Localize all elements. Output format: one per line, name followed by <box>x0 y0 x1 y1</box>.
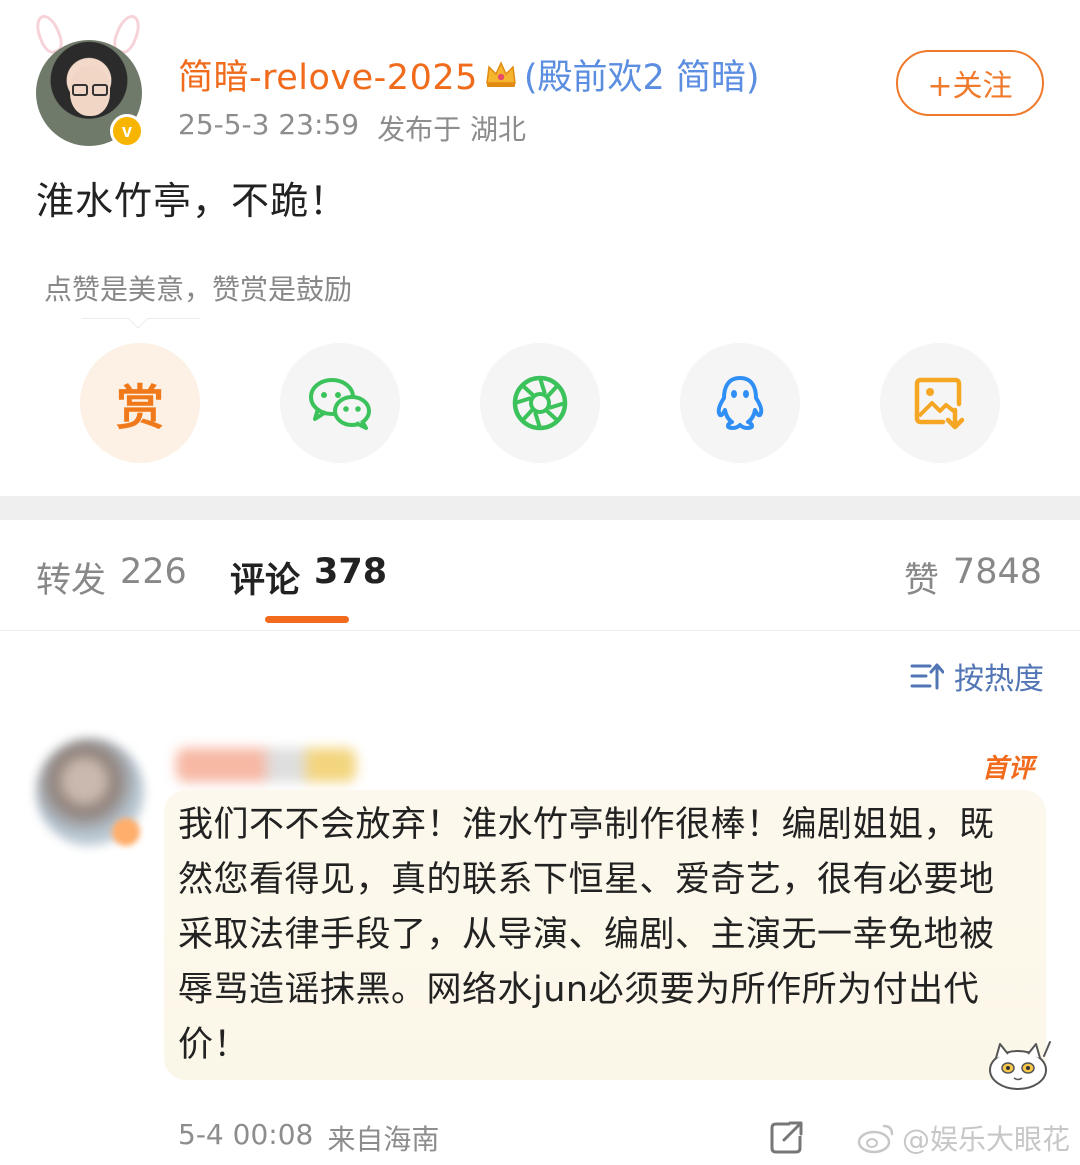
comment-actions <box>768 1120 804 1154</box>
section-divider <box>0 496 1080 520</box>
follow-button[interactable]: +关注 <box>896 50 1044 116</box>
sort-toggle[interactable]: 按热度 <box>910 654 1044 698</box>
share-moments-button[interactable] <box>480 343 600 463</box>
author-line: 简暗-relove-2025 (殿前欢2 简暗) <box>178 50 760 98</box>
qq-icon <box>716 376 764 430</box>
author-avatar[interactable]: v <box>30 11 150 149</box>
comment-text[interactable]: 我们不不会放弃！淮水竹亭制作很棒！编剧姐姐，既然您看得见，真的联系下恒星、爱奇艺… <box>178 798 1028 1073</box>
moments-icon <box>512 375 568 431</box>
wechat-icon <box>309 378 371 430</box>
post-location: 发布于 湖北 <box>377 113 526 146</box>
reward-hint: 点赞是美意，赞赏是鼓励 <box>44 273 353 306</box>
sort-icon <box>910 663 944 690</box>
sort-label: 按热度 <box>954 662 1044 697</box>
watermark-text: @娱乐大眼花 <box>902 1123 1071 1156</box>
tab-repost[interactable]: 转发 226 <box>36 552 187 603</box>
post-timestamp: 25-5-3 23:59 <box>178 108 360 141</box>
verified-badge-icon: v <box>110 114 144 148</box>
hint-pointer <box>128 318 148 329</box>
first-comment-badge: 首评 <box>982 754 1035 784</box>
comment-location: 来自海南 <box>327 1123 440 1156</box>
save-image-button[interactable] <box>880 343 1000 463</box>
share-wechat-button[interactable] <box>280 343 400 463</box>
watermark: @娱乐大眼花 <box>856 1118 1070 1158</box>
post-text: 淮水竹亭，不跪！ <box>36 179 349 223</box>
tab-repost-label: 转发 <box>36 561 107 601</box>
tab-repost-count: 226 <box>120 552 187 592</box>
tab-comment-count: 378 <box>314 552 388 592</box>
active-tab-indicator <box>265 616 349 623</box>
weibo-logo-icon <box>857 1124 894 1154</box>
share-qq-button[interactable] <box>680 343 800 463</box>
tabs-divider <box>0 630 1080 631</box>
share-comment-icon[interactable] <box>768 1120 804 1154</box>
commenter-name-blurred[interactable] <box>176 748 356 782</box>
tab-like-count: 7848 <box>952 552 1042 592</box>
comment-meta: 5-4 00:08 来自海南 <box>178 1118 439 1158</box>
comment-time: 5-4 00:08 <box>178 1118 314 1151</box>
commenter-badge-icon <box>112 818 140 846</box>
tab-like-label: 赞 <box>903 561 939 601</box>
tab-comment-label: 评论 <box>230 561 301 601</box>
tab-like[interactable]: 赞 7848 <box>904 552 1042 603</box>
share-row: 赏 <box>80 343 1000 463</box>
author-username[interactable]: 简暗-relove-2025 <box>178 49 478 100</box>
reward-button[interactable]: 赏 <box>80 343 200 463</box>
post-meta: 25-5-3 23:59 发布于 湖北 <box>178 108 526 148</box>
fan-title[interactable]: (殿前欢2 简暗) <box>524 49 760 100</box>
reward-icon: 赏 <box>115 380 164 436</box>
post-tabs: 转发 226 评论 378 赞 7848 <box>0 540 1080 630</box>
crown-icon <box>486 61 516 87</box>
cat-sticker-icon <box>989 1041 1051 1090</box>
save-image-icon <box>914 377 965 430</box>
tab-comment[interactable]: 评论 378 <box>230 552 387 603</box>
